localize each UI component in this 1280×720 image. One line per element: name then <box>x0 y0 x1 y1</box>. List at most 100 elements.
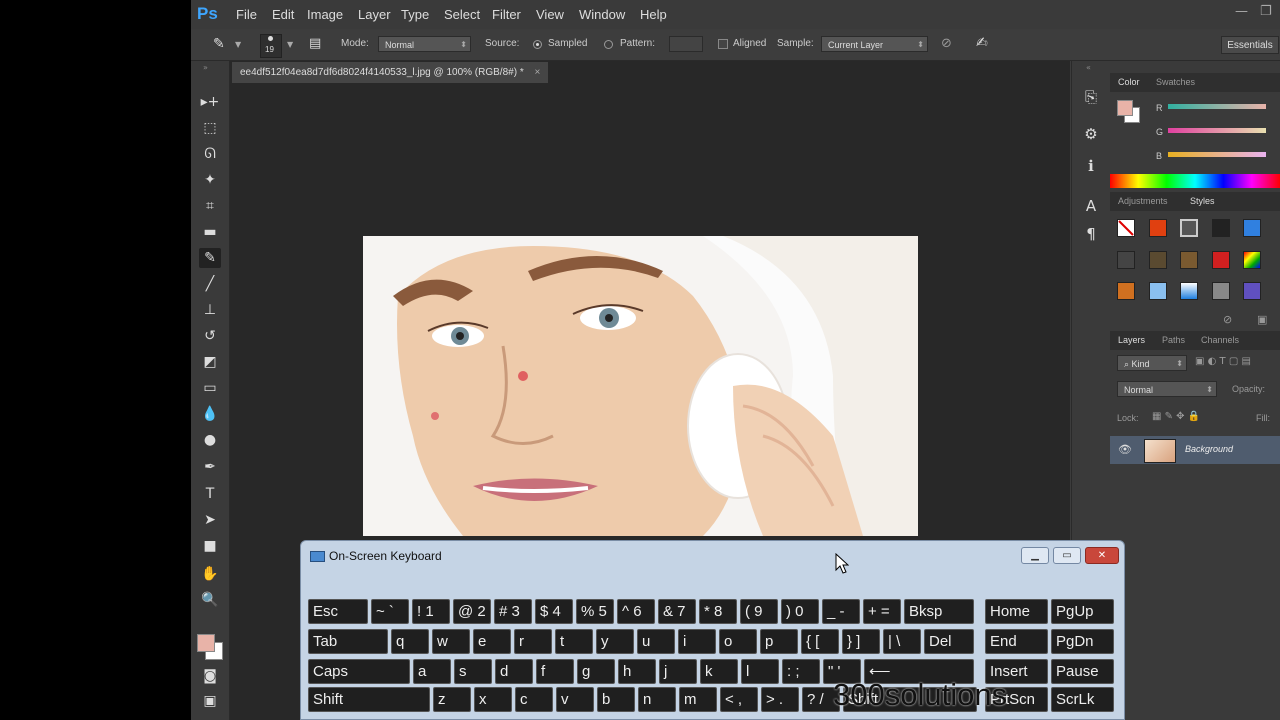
lock-icons[interactable]: ▦ ✎ ✥ 🔒 <box>1152 411 1200 422</box>
key[interactable]: y <box>596 629 634 654</box>
key[interactable]: | \ <box>883 629 921 654</box>
pattern-picker[interactable] <box>669 36 703 52</box>
style-swatch[interactable] <box>1212 282 1230 300</box>
move-tool-icon[interactable]: ▸+ <box>199 92 221 112</box>
new-style-icon[interactable]: ▣ <box>1257 313 1267 326</box>
key[interactable]: ! 1 <box>412 599 450 624</box>
brush-tool-icon[interactable]: ╱ <box>199 274 221 294</box>
tab-color[interactable]: Color <box>1118 77 1140 87</box>
key[interactable]: ( 9 <box>740 599 778 624</box>
menu-edit[interactable]: Edit <box>272 7 294 22</box>
key[interactable]: c <box>515 687 553 712</box>
key[interactable]: ^ 6 <box>617 599 655 624</box>
style-swatch[interactable] <box>1180 282 1198 300</box>
collapse-icon[interactable]: « <box>1086 63 1091 72</box>
chevron-down-icon[interactable]: ▼ <box>235 40 241 49</box>
quick-select-icon[interactable]: ✦ <box>199 170 221 190</box>
style-swatch[interactable] <box>1117 251 1135 269</box>
menu-layer[interactable]: Layer <box>358 7 391 22</box>
menu-filter[interactable]: Filter <box>492 7 521 22</box>
shape-tool-icon[interactable]: ■ <box>199 536 221 556</box>
blend-mode-select[interactable]: Normal ⬍ <box>1117 381 1217 397</box>
green-slider[interactable] <box>1168 128 1266 133</box>
key[interactable]: x <box>474 687 512 712</box>
key[interactable]: u <box>637 629 675 654</box>
key[interactable]: g <box>577 659 615 684</box>
tab-layers[interactable]: Layers <box>1118 335 1145 345</box>
style-swatch[interactable] <box>1149 219 1167 237</box>
key[interactable]: j <box>659 659 697 684</box>
pattern-radio[interactable] <box>604 40 613 49</box>
menu-select[interactable]: Select <box>444 7 480 22</box>
key[interactable]: ) 0 <box>781 599 819 624</box>
restore-icon[interactable]: ❐ <box>1260 4 1272 19</box>
history-brush-icon[interactable]: ↺ <box>199 326 221 346</box>
style-none-swatch[interactable] <box>1117 219 1135 237</box>
menu-help[interactable]: Help <box>640 7 667 22</box>
style-swatch[interactable] <box>1180 219 1198 237</box>
key[interactable]: < , <box>720 687 758 712</box>
key[interactable]: Bksp <box>904 599 974 624</box>
quick-mask-icon[interactable]: ◙ <box>199 666 221 686</box>
red-slider[interactable] <box>1168 104 1266 109</box>
key[interactable]: r <box>514 629 552 654</box>
key[interactable]: b <box>597 687 635 712</box>
pressure-size-icon[interactable]: ✍ <box>976 35 988 51</box>
crop-tool-icon[interactable]: ⌗ <box>199 196 221 216</box>
history-icon[interactable]: ⎘ <box>1082 88 1100 106</box>
menu-window[interactable]: Window <box>579 7 625 22</box>
screen-mode-icon[interactable]: ▣ <box>199 691 221 711</box>
key[interactable]: } ] <box>842 629 880 654</box>
key[interactable]: PgUp <box>1051 599 1114 624</box>
photo-canvas[interactable] <box>363 236 918 536</box>
key[interactable]: @ 2 <box>453 599 491 624</box>
color-spectrum-bar[interactable] <box>1110 174 1280 188</box>
key[interactable]: w <box>432 629 470 654</box>
healing-brush-icon[interactable]: ✎ <box>199 248 221 268</box>
menu-image[interactable]: Image <box>307 7 343 22</box>
key[interactable]: q <box>391 629 429 654</box>
tab-swatches[interactable]: Swatches <box>1156 77 1195 87</box>
key[interactable]: Caps <box>308 659 410 684</box>
hand-tool-icon[interactable]: ✋ <box>199 564 221 584</box>
brush-preset-picker[interactable]: 19 <box>260 34 282 58</box>
brush-panel-icon[interactable]: ▤ <box>309 36 321 51</box>
maximize-button[interactable]: ▭ <box>1053 547 1081 564</box>
menu-type[interactable]: Type <box>401 7 429 22</box>
sampled-radio[interactable] <box>533 40 542 49</box>
key[interactable]: k <box>700 659 738 684</box>
path-select-icon[interactable]: ➤ <box>199 510 221 530</box>
key[interactable]: Tab <box>308 629 388 654</box>
key[interactable]: % 5 <box>576 599 614 624</box>
chevron-down-icon[interactable]: ▼ <box>287 40 293 49</box>
sample-select[interactable]: Current Layer ⬍ <box>821 36 928 52</box>
key[interactable]: ~ ` <box>371 599 409 624</box>
key[interactable]: : ; <box>782 659 820 684</box>
blur-tool-icon[interactable]: 💧 <box>199 404 221 424</box>
collapse-icon[interactable]: » <box>203 63 208 72</box>
gradient-tool-icon[interactable]: ▭ <box>199 378 221 398</box>
key[interactable]: { [ <box>801 629 839 654</box>
clone-stamp-icon[interactable]: ⊥ <box>199 300 221 320</box>
marquee-tool-icon[interactable]: ⬚ <box>199 118 221 138</box>
workspace-switcher[interactable]: Essentials <box>1221 36 1279 54</box>
layer-row-background[interactable]: 👁 Background <box>1110 436 1280 464</box>
key[interactable]: Esc <box>308 599 368 624</box>
menu-file[interactable]: File <box>236 7 257 22</box>
foreground-color-swatch[interactable] <box>197 634 215 652</box>
style-swatch[interactable] <box>1243 282 1261 300</box>
close-button[interactable]: ✕ <box>1085 547 1119 564</box>
layer-filter-select[interactable]: ⌕ Kind ⬍ <box>1117 355 1187 371</box>
key[interactable]: Pause <box>1051 659 1114 684</box>
zoom-tool-icon[interactable]: 🔍 <box>199 590 221 610</box>
key[interactable]: & 7 <box>658 599 696 624</box>
key[interactable]: _ - <box>822 599 860 624</box>
key[interactable]: d <box>495 659 533 684</box>
style-swatch[interactable] <box>1243 251 1261 269</box>
style-swatch[interactable] <box>1212 251 1230 269</box>
pen-tool-icon[interactable]: ✒ <box>199 457 221 477</box>
close-icon[interactable]: × <box>535 67 541 78</box>
key[interactable]: i <box>678 629 716 654</box>
blue-slider[interactable] <box>1168 152 1266 157</box>
key[interactable]: # 3 <box>494 599 532 624</box>
